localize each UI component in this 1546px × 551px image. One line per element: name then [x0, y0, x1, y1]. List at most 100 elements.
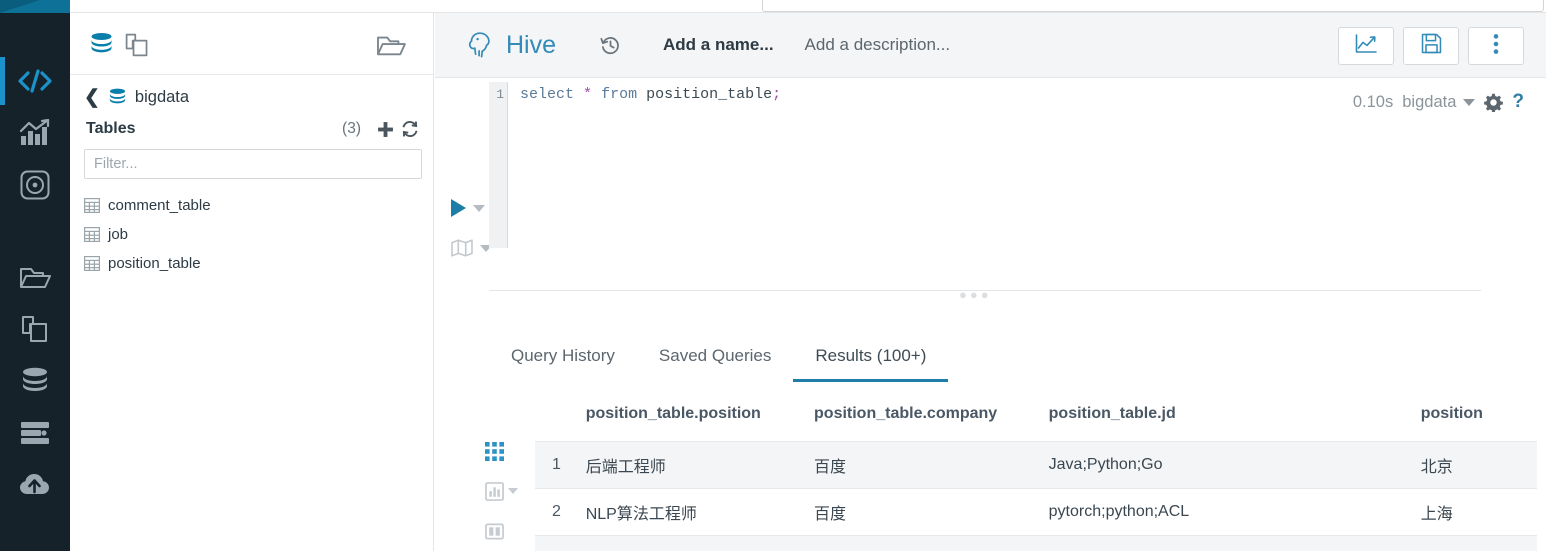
- result-tabs: Query History Saved Queries Results (100…: [489, 346, 949, 382]
- cell-jd: Java;C++;Spring Boot: [1048, 535, 1421, 551]
- query-description-input[interactable]: Add a description...: [805, 35, 951, 55]
- sql-token-space: [592, 86, 601, 103]
- bar-chart-icon: [19, 119, 51, 147]
- history-icon[interactable]: [600, 35, 621, 56]
- rail-item-scheduler[interactable]: [0, 159, 70, 211]
- hue-editor-app: ❮ bigdata Tables (3) Filter... comment_t…: [0, 0, 1546, 551]
- tab-saved-queries[interactable]: Saved Queries: [637, 346, 793, 382]
- app-tab-indicator: [0, 0, 70, 13]
- table-name: position_table: [108, 255, 201, 272]
- breadcrumb-database-name: bigdata: [134, 87, 190, 106]
- sql-token-semicolon: ;: [772, 86, 782, 103]
- vertical-dots-icon: [1493, 33, 1499, 60]
- cell-position: 后端工程师: [585, 441, 815, 489]
- query-name-input[interactable]: Add a name...: [663, 35, 774, 55]
- database-icon[interactable]: [89, 32, 114, 61]
- list-item[interactable]: comment_table: [84, 191, 433, 220]
- row-index: 1: [535, 441, 586, 489]
- list-item[interactable]: job: [84, 220, 433, 249]
- documents-icon[interactable]: [124, 32, 150, 63]
- assist-header: [70, 13, 433, 75]
- rail-item-dashboard[interactable]: [0, 107, 70, 159]
- header-actions: [1338, 27, 1524, 65]
- tables-count: (3): [342, 120, 361, 137]
- table-list: comment_table job position_table: [70, 179, 433, 278]
- add-table-icon[interactable]: [377, 121, 394, 138]
- cell-company: 百度: [814, 441, 1049, 489]
- floppy-save-icon: [1421, 33, 1442, 59]
- hive-elephant-icon: [466, 30, 496, 60]
- folder-open-icon[interactable]: [376, 32, 406, 63]
- column-header-index[interactable]: [535, 401, 586, 442]
- main-pane: Hive Add a name... Add a description...: [435, 13, 1546, 551]
- table-row[interactable]: 1 后端工程师 百度 Java;Python;Go 北京: [535, 441, 1537, 489]
- cell-company: 百度: [814, 488, 1049, 536]
- chart-view-icon[interactable]: [485, 471, 525, 511]
- columns-view-icon[interactable]: [485, 511, 525, 551]
- line-number: 1: [489, 82, 507, 248]
- play-icon[interactable]: [451, 199, 466, 217]
- sql-text[interactable]: select * from position_table;: [508, 82, 781, 248]
- column-header-company[interactable]: position_table.company: [814, 401, 1049, 442]
- cell-location: 上海: [1420, 488, 1537, 536]
- execute-row[interactable]: [451, 188, 492, 228]
- table-row[interactable]: 3 后端工程师 百度 Java;C++;Spring Boot 广东: [535, 535, 1537, 551]
- back-chevron-icon[interactable]: ❮: [84, 88, 100, 107]
- column-header-location[interactable]: position: [1420, 401, 1537, 442]
- rail-item-importer[interactable]: [0, 459, 70, 511]
- sql-token-keyword: select: [520, 86, 575, 103]
- column-header-jd[interactable]: position_table.jd: [1048, 401, 1421, 442]
- table-filter-input[interactable]: [84, 149, 422, 179]
- code-area[interactable]: 1 select * from position_table;: [489, 82, 781, 248]
- cell-jd: Java;Python;Go: [1048, 441, 1421, 489]
- code-icon: [18, 68, 52, 94]
- refresh-icon[interactable]: [401, 120, 419, 138]
- query-header: Hive Add a name... Add a description...: [435, 13, 1546, 78]
- global-search-input[interactable]: [762, 0, 1544, 12]
- results-grid[interactable]: position_table.position position_table.c…: [535, 401, 1546, 551]
- chevron-down-icon[interactable]: [473, 204, 485, 212]
- sql-editor: 1 select * from position_table; ●●●: [435, 78, 1546, 301]
- table-name: job: [108, 226, 129, 243]
- row-index: 3: [535, 535, 586, 551]
- table-icon: [84, 256, 100, 271]
- visualize-button[interactable]: [1338, 27, 1394, 65]
- save-button[interactable]: [1403, 27, 1459, 65]
- cloud-upload-icon: [19, 473, 51, 497]
- table-row[interactable]: 2 NLP算法工程师 百度 pytorch;python;ACL 上海: [535, 488, 1537, 536]
- sql-token-identifier: position_table: [646, 86, 773, 103]
- tables-section-header: Tables (3): [70, 113, 433, 143]
- rail-active-indicator: [0, 57, 5, 105]
- table-icon: [84, 198, 100, 213]
- line-chart-icon: [1355, 33, 1377, 59]
- list-item[interactable]: position_table: [84, 249, 433, 278]
- explain-row[interactable]: [451, 228, 492, 268]
- rail-item-editor[interactable]: [0, 55, 70, 107]
- tab-results[interactable]: Results (100+): [793, 346, 949, 382]
- rail-item-jobs[interactable]: [0, 407, 70, 459]
- column-header-position[interactable]: position_table.position: [585, 401, 815, 442]
- breadcrumb[interactable]: ❮ bigdata: [70, 75, 433, 113]
- rail-item-browser[interactable]: [0, 251, 70, 303]
- cell-location: 北京: [1420, 441, 1537, 489]
- resize-handle[interactable]: ●●●: [489, 288, 1481, 301]
- tab-corner-decoration: [0, 0, 40, 13]
- tab-query-history[interactable]: Query History: [489, 346, 637, 382]
- chevron-down-icon[interactable]: [508, 488, 518, 494]
- rail-item-databases[interactable]: [0, 355, 70, 407]
- rail-item-documents[interactable]: [0, 303, 70, 355]
- app-nav-rail: [0, 13, 70, 551]
- editor-action-gutter: [451, 188, 492, 268]
- table-icon: [84, 227, 100, 242]
- cell-location: 广东: [1420, 535, 1537, 551]
- sql-token-star: *: [583, 86, 593, 103]
- results-panel: position_table.position position_table.c…: [435, 401, 1546, 551]
- grid-view-icon[interactable]: [485, 431, 525, 471]
- cell-jd: pytorch;python;ACL: [1048, 488, 1421, 536]
- sql-token-space: [637, 86, 646, 103]
- documents-icon: [20, 314, 50, 344]
- more-button[interactable]: [1468, 27, 1524, 65]
- map-icon[interactable]: [451, 239, 473, 257]
- results-view-toolbar: [485, 431, 525, 551]
- cell-position: NLP算法工程师: [585, 488, 815, 536]
